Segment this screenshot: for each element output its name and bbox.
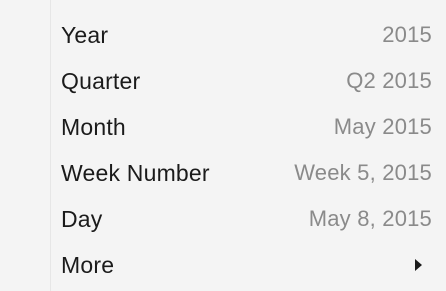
menu-item-value: 2015 — [382, 22, 432, 47]
menu-list: Year 2015 Quarter Q2 2015 Month May 2015… — [50, 12, 446, 288]
menu-item-value: May 8, 2015 — [308, 206, 432, 231]
menu-item-value: May 2015 — [333, 114, 432, 139]
menu-item-label: Year — [61, 21, 109, 48]
menu-item-quarter[interactable]: Quarter Q2 2015 — [50, 58, 446, 104]
date-level-context-menu: Year 2015 Quarter Q2 2015 Month May 2015… — [0, 0, 446, 291]
menu-icon-gutter — [0, 0, 51, 291]
menu-item-more[interactable]: More — [50, 242, 446, 288]
menu-item-label: Month — [61, 113, 126, 140]
menu-item-value: Q2 2015 — [346, 68, 432, 93]
menu-item-label: More — [61, 251, 115, 278]
menu-item-label: Week Number — [61, 159, 210, 186]
menu-item-year[interactable]: Year 2015 — [50, 12, 446, 58]
chevron-right-icon — [415, 259, 422, 271]
menu-item-day[interactable]: Day May 8, 2015 — [50, 196, 446, 242]
menu-item-label: Quarter — [61, 67, 141, 94]
menu-item-week-number[interactable]: Week Number Week 5, 2015 — [50, 150, 446, 196]
menu-item-month[interactable]: Month May 2015 — [50, 104, 446, 150]
menu-item-label: Day — [61, 205, 103, 232]
menu-item-value: Week 5, 2015 — [294, 160, 432, 185]
